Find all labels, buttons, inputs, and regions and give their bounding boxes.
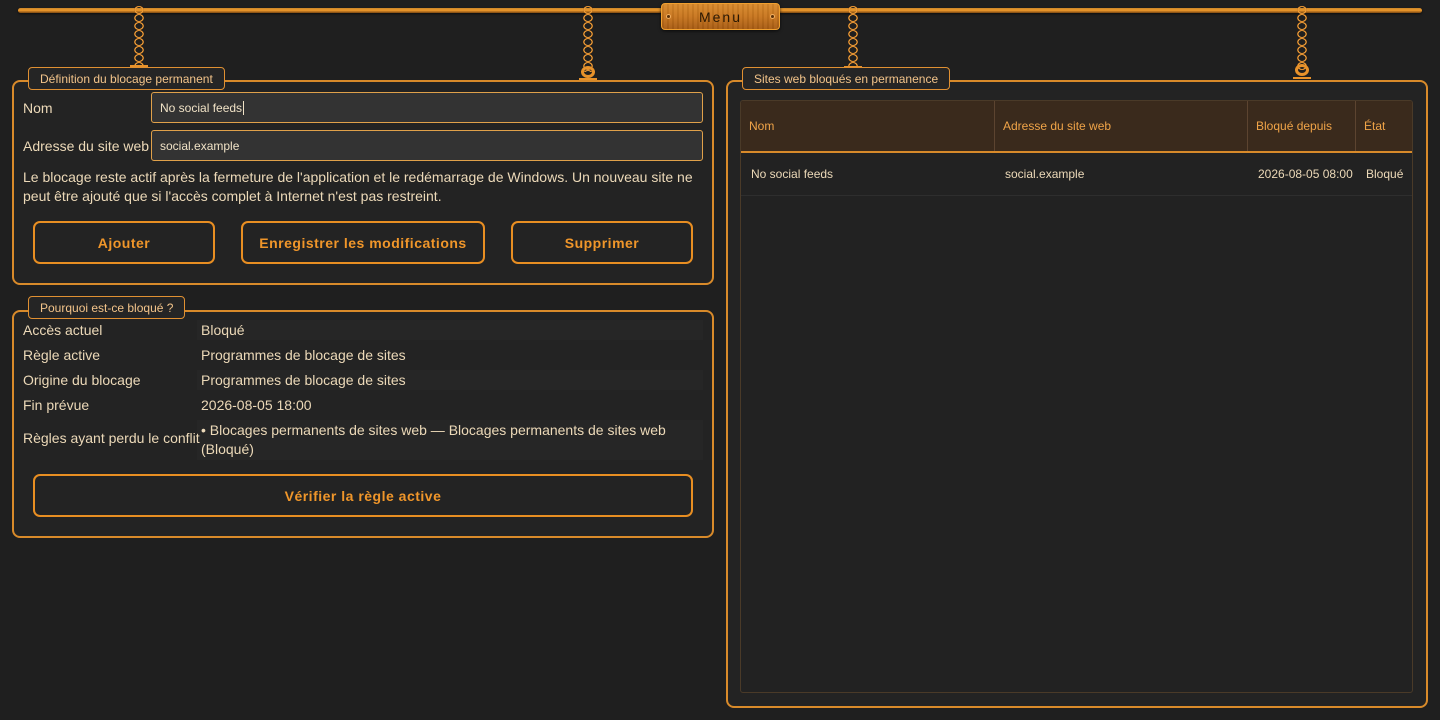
block-origin-label: Origine du blocage (23, 372, 141, 388)
menu-label: Menu (698, 8, 743, 25)
name-input-value: No social feeds (160, 100, 243, 115)
cell-address: social.example (1005, 167, 1085, 181)
chain-decoration (131, 6, 147, 68)
rivet-icon (666, 14, 671, 19)
blocked-sites-table: Nom Adresse du site web Bloqué depuis Ét… (740, 100, 1413, 693)
why-group-title: Pourquoi est-ce bloqué ? (28, 296, 186, 319)
table-row[interactable]: No social feeds social.example 2026-08-0… (741, 153, 1412, 196)
block-origin-value: Programmes de blocage de sites (201, 372, 406, 388)
column-header-name[interactable]: Nom (741, 101, 995, 151)
chain-decoration (845, 6, 861, 68)
definition-group-title: Définition du blocage permanent (28, 67, 225, 90)
delete-button[interactable]: Supprimer (511, 221, 693, 264)
name-input[interactable]: No social feeds (151, 92, 703, 123)
planned-end-label: Fin prévue (23, 397, 90, 413)
definition-description: Le blocage reste actif après la fermetur… (23, 169, 693, 204)
chain-ring (1295, 64, 1309, 76)
app-window: Menu Définition du blocage permanent Nom… (0, 0, 1440, 720)
current-access-label: Accès actuel (23, 322, 103, 338)
sites-group-title: Sites web bloqués en permanence (742, 67, 951, 90)
column-header-blocked-since[interactable]: Bloqué depuis (1248, 101, 1356, 151)
column-header-address[interactable]: Adresse du site web (995, 101, 1248, 151)
cell-status: Bloqué (1366, 167, 1404, 181)
chain-ring (581, 66, 595, 78)
address-input[interactable]: social.example (151, 130, 703, 161)
text-caret (243, 100, 245, 115)
name-label: Nom (23, 100, 53, 116)
active-rule-label: Règle active (23, 347, 101, 363)
add-button[interactable]: Ajouter (33, 221, 215, 264)
lost-rules-value: • Blocages permanents de sites web — Blo… (201, 422, 666, 457)
info-row-bg (197, 320, 703, 340)
current-access-value: Bloqué (201, 322, 245, 338)
address-input-value: social.example (160, 138, 240, 153)
verify-active-rule-button[interactable]: Vérifier la règle active (33, 474, 693, 517)
cell-name: No social feeds (751, 167, 834, 181)
chain-decoration (580, 6, 596, 72)
table-header: Nom Adresse du site web Bloqué depuis Ét… (741, 101, 1412, 153)
cell-blocked-since: 2026-08-05 08:00 (1258, 167, 1353, 181)
lost-rules-label: Règles ayant perdu le conflit (23, 430, 200, 446)
save-changes-button[interactable]: Enregistrer les modifications (241, 221, 485, 264)
chain-foot (1293, 77, 1311, 79)
active-rule-value: Programmes de blocage de sites (201, 347, 406, 363)
menu-button[interactable]: Menu (661, 3, 780, 30)
rivet-icon (770, 14, 775, 19)
planned-end-value: 2026-08-05 18:00 (201, 397, 312, 413)
column-header-status[interactable]: État (1356, 101, 1412, 151)
address-label: Adresse du site web (23, 138, 150, 154)
chain-decoration (1294, 6, 1310, 70)
